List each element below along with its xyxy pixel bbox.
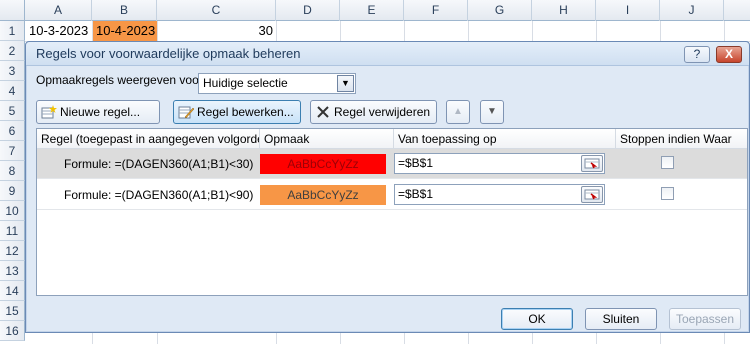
rule-row[interactable]: Formule: =(DAGEN360(A1;B1)<90) AaBbCcYyZ… xyxy=(37,180,747,210)
row-header-5[interactable]: 5 xyxy=(0,101,25,121)
collapse-range-button[interactable] xyxy=(581,155,603,172)
format-preview: AaBbCcYyZz xyxy=(260,154,386,174)
column-header-stop-if-true[interactable]: Stoppen indien Waar xyxy=(616,129,747,149)
column-header-i[interactable]: I xyxy=(596,0,660,21)
delete-rule-button[interactable]: Regel verwijderen xyxy=(310,100,437,124)
column-header-applies-to[interactable]: Van toepassing op xyxy=(394,129,616,149)
rules-table: Regel (toegepast in aangegeven volgorde)… xyxy=(36,128,748,296)
column-header-a[interactable]: A xyxy=(25,0,92,21)
close-dialog-button[interactable]: Sluiten xyxy=(585,308,657,330)
format-preview: AaBbCcYyZz xyxy=(260,185,386,205)
row-header-4[interactable]: 4 xyxy=(0,81,25,101)
column-header-bar: A B C D E F G H I J xyxy=(0,0,750,21)
delete-rule-label: Regel verwijderen xyxy=(334,105,431,119)
chevron-down-icon[interactable]: ▼ xyxy=(337,75,354,92)
move-up-button[interactable]: ▲ xyxy=(446,100,470,124)
column-header-g[interactable]: G xyxy=(468,0,532,21)
edit-rule-label: Regel bewerken... xyxy=(197,105,294,119)
column-header-rule[interactable]: Regel (toegepast in aangegeven volgorde) xyxy=(37,129,260,149)
row-header-2[interactable]: 2 xyxy=(0,41,25,61)
rule-row[interactable]: Formule: =(DAGEN360(A1;B1)<30) AaBbCcYyZ… xyxy=(37,149,747,179)
dialog-title: Regels voor voorwaardelijke opmaak beher… xyxy=(36,46,301,61)
triangle-down-icon: ▼ xyxy=(487,106,497,117)
ok-button[interactable]: OK xyxy=(501,308,573,330)
row-header-9[interactable]: 9 xyxy=(0,181,25,201)
apply-button[interactable]: Toepassen xyxy=(669,308,741,330)
help-button[interactable]: ? xyxy=(684,46,710,63)
row-header-11[interactable]: 11 xyxy=(0,221,25,241)
edit-rule-icon xyxy=(178,104,195,119)
range-select-icon xyxy=(584,158,600,169)
collapse-range-button[interactable] xyxy=(581,186,603,203)
rule-formula: Formule: =(DAGEN360(A1;B1)<30) xyxy=(64,157,254,171)
column-header-e[interactable]: E xyxy=(340,0,404,21)
edit-rule-button[interactable]: Regel bewerken... xyxy=(173,100,301,124)
applies-to-field[interactable]: =$B$1 xyxy=(394,184,605,205)
row-header-13[interactable]: 13 xyxy=(0,261,25,281)
column-header-h[interactable]: H xyxy=(532,0,596,21)
row-header-6[interactable]: 6 xyxy=(0,121,25,141)
row-header-10[interactable]: 10 xyxy=(0,201,25,221)
row-header-14[interactable]: 14 xyxy=(0,281,25,301)
applies-to-value: =$B$1 xyxy=(398,187,434,201)
applies-to-field[interactable]: =$B$1 xyxy=(394,153,605,174)
triangle-up-icon: ▲ xyxy=(453,106,463,117)
row-header-7[interactable]: 7 xyxy=(0,141,25,161)
show-rules-dropdown[interactable]: Huidige selectie ▼ xyxy=(198,73,356,94)
row-header-15[interactable]: 15 xyxy=(0,301,25,321)
applies-to-value: =$B$1 xyxy=(398,156,434,170)
column-header-j[interactable]: J xyxy=(660,0,724,21)
move-down-button[interactable]: ▼ xyxy=(480,100,504,124)
show-rules-value: Huidige selectie xyxy=(203,76,288,90)
new-rule-label: Nieuwe regel... xyxy=(60,105,141,119)
new-rule-icon xyxy=(41,104,57,119)
cell-b1[interactable]: 10-4-2023 xyxy=(93,21,157,41)
cell-a1[interactable]: 10-3-2023 xyxy=(26,21,92,41)
conditional-formatting-dialog: Regels voor voorwaardelijke opmaak beher… xyxy=(25,41,750,333)
delete-icon xyxy=(315,104,331,118)
row-header-8[interactable]: 8 xyxy=(0,161,25,181)
column-header-c[interactable]: C xyxy=(157,0,276,21)
rule-formula: Formule: =(DAGEN360(A1;B1)<90) xyxy=(64,188,254,202)
show-rules-label: Opmaakregels weergeven voor: xyxy=(36,73,207,87)
stop-if-true-checkbox[interactable] xyxy=(661,187,674,200)
dialog-titlebar[interactable]: Regels voor voorwaardelijke opmaak beher… xyxy=(26,42,749,66)
new-rule-button[interactable]: Nieuwe regel... xyxy=(36,100,160,124)
row-header-12[interactable]: 12 xyxy=(0,241,25,261)
stop-if-true-checkbox[interactable] xyxy=(661,156,674,169)
close-button[interactable]: X xyxy=(716,46,742,63)
column-header-f[interactable]: F xyxy=(404,0,468,21)
row-header-1[interactable]: 1 xyxy=(0,21,25,41)
range-select-icon xyxy=(584,189,600,200)
column-header-d[interactable]: D xyxy=(276,0,340,21)
row-header-16[interactable]: 16 xyxy=(0,321,25,341)
row-header-3[interactable]: 3 xyxy=(0,61,25,81)
select-all-corner[interactable] xyxy=(0,0,25,21)
column-header-format[interactable]: Opmaak xyxy=(260,129,394,149)
column-header-b[interactable]: B xyxy=(92,0,157,21)
cell-c1[interactable]: 30 xyxy=(158,21,276,41)
